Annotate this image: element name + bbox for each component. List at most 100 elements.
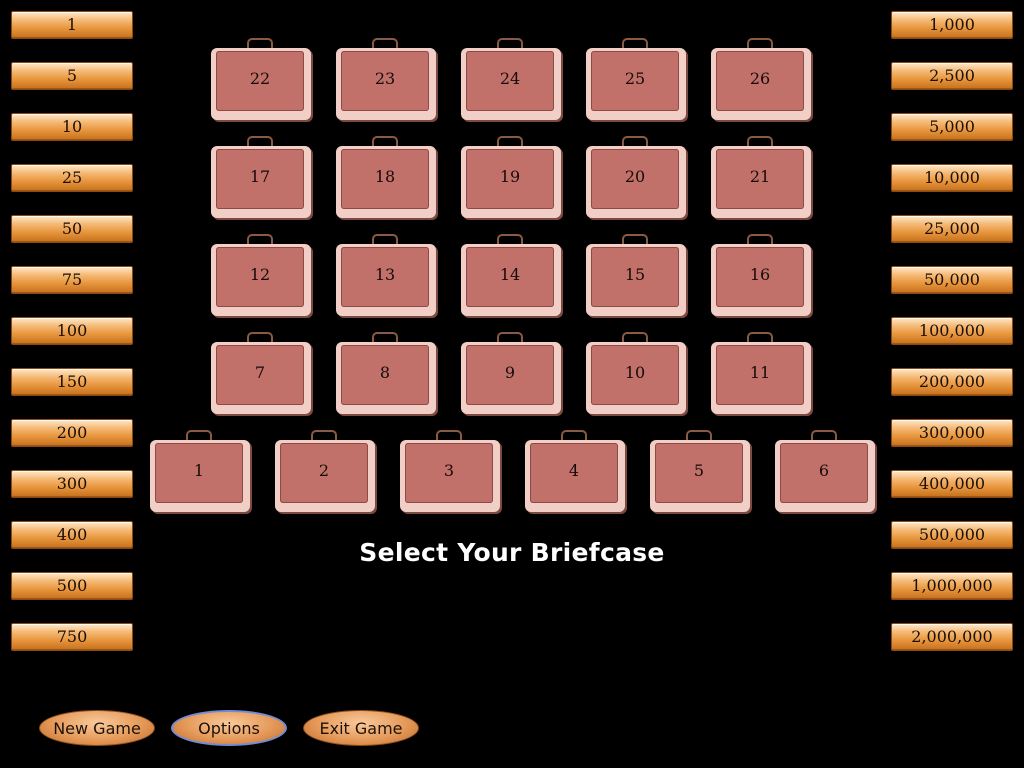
briefcase-face: 18 [341, 149, 429, 209]
briefcase[interactable]: 23 [336, 38, 436, 120]
briefcase-number: 18 [374, 167, 396, 186]
briefcase[interactable]: 14 [461, 234, 561, 316]
briefcase[interactable]: 1 [150, 430, 250, 512]
briefcase-number: 17 [249, 167, 271, 186]
briefcase-body: 4 [525, 440, 625, 512]
briefcase-number: 13 [374, 265, 396, 284]
briefcase[interactable]: 22 [211, 38, 311, 120]
briefcase-face: 26 [716, 51, 804, 111]
briefcase[interactable]: 17 [211, 136, 311, 218]
briefcase-body: 24 [461, 48, 561, 120]
briefcase[interactable]: 12 [211, 234, 311, 316]
briefcase-face: 19 [466, 149, 554, 209]
briefcase-number: 15 [624, 265, 646, 284]
money-value-tag: 2,000,000 [891, 623, 1013, 651]
briefcase[interactable]: 15 [586, 234, 686, 316]
briefcase[interactable]: 8 [336, 332, 436, 414]
briefcase[interactable]: 26 [711, 38, 811, 120]
briefcase-face: 22 [216, 51, 304, 111]
briefcase-body: 25 [586, 48, 686, 120]
briefcase[interactable]: 11 [711, 332, 811, 414]
briefcase-number: 1 [193, 461, 205, 480]
briefcase-number: 6 [818, 461, 830, 480]
briefcase-body: 21 [711, 146, 811, 218]
select-briefcase-prompt: Select Your Briefcase [359, 538, 665, 567]
briefcase-number: 10 [624, 363, 646, 382]
briefcase-number: 2 [318, 461, 330, 480]
briefcase[interactable]: 2 [275, 430, 375, 512]
briefcase-body: 8 [336, 342, 436, 414]
briefcase-face: 8 [341, 345, 429, 405]
briefcase-face: 25 [591, 51, 679, 111]
briefcase-face: 17 [216, 149, 304, 209]
briefcase-number: 16 [749, 265, 771, 284]
briefcase-body: 6 [775, 440, 875, 512]
briefcase-number: 20 [624, 167, 646, 186]
briefcase-number: 3 [443, 461, 455, 480]
briefcase[interactable]: 16 [711, 234, 811, 316]
briefcase-number: 8 [379, 363, 391, 382]
briefcase-face: 12 [216, 247, 304, 307]
briefcase[interactable]: 13 [336, 234, 436, 316]
briefcase-body: 23 [336, 48, 436, 120]
briefcase[interactable]: 18 [336, 136, 436, 218]
briefcase-body: 18 [336, 146, 436, 218]
briefcase-number: 14 [499, 265, 521, 284]
briefcase-grid: 22 23 24 25 26 17 18 19 20 21 12 13 14 15 16 7 8 9 10 11 1 2 3… [0, 0, 1024, 520]
briefcase-number: 19 [499, 167, 521, 186]
briefcase-face: 15 [591, 247, 679, 307]
briefcase-number: 7 [254, 363, 266, 382]
briefcase-body: 1 [150, 440, 250, 512]
briefcase-number: 22 [249, 69, 271, 88]
briefcase[interactable]: 24 [461, 38, 561, 120]
briefcase-face: 4 [530, 443, 618, 503]
briefcase[interactable]: 9 [461, 332, 561, 414]
briefcase[interactable]: 10 [586, 332, 686, 414]
money-value-tag: 500 [11, 572, 133, 600]
briefcase-body: 12 [211, 244, 311, 316]
briefcase[interactable]: 25 [586, 38, 686, 120]
briefcase-body: 9 [461, 342, 561, 414]
briefcase-number: 5 [693, 461, 705, 480]
briefcase-body: 17 [211, 146, 311, 218]
briefcase-number: 26 [749, 69, 771, 88]
briefcase-number: 23 [374, 69, 396, 88]
briefcase[interactable]: 4 [525, 430, 625, 512]
briefcase-body: 20 [586, 146, 686, 218]
briefcase-body: 10 [586, 342, 686, 414]
briefcase-face: 10 [591, 345, 679, 405]
briefcase-face: 20 [591, 149, 679, 209]
briefcase[interactable]: 5 [650, 430, 750, 512]
briefcase-body: 3 [400, 440, 500, 512]
briefcase-number: 12 [249, 265, 271, 284]
briefcase-face: 6 [780, 443, 868, 503]
briefcase-face: 1 [155, 443, 243, 503]
options-button[interactable]: Options [171, 710, 287, 746]
briefcase-body: 19 [461, 146, 561, 218]
money-value-tag: 750 [11, 623, 133, 651]
briefcase[interactable]: 20 [586, 136, 686, 218]
briefcase-body: 16 [711, 244, 811, 316]
briefcase-face: 5 [655, 443, 743, 503]
exit-game-button[interactable]: Exit Game [303, 710, 419, 746]
briefcase-face: 23 [341, 51, 429, 111]
briefcase[interactable]: 19 [461, 136, 561, 218]
briefcase[interactable]: 7 [211, 332, 311, 414]
briefcase-face: 21 [716, 149, 804, 209]
briefcase-body: 26 [711, 48, 811, 120]
briefcase[interactable]: 21 [711, 136, 811, 218]
briefcase[interactable]: 3 [400, 430, 500, 512]
briefcase-body: 15 [586, 244, 686, 316]
new-game-button[interactable]: New Game [39, 710, 155, 746]
briefcase-face: 11 [716, 345, 804, 405]
briefcase-face: 16 [716, 247, 804, 307]
briefcase-number: 11 [749, 363, 771, 382]
briefcase-number: 4 [568, 461, 580, 480]
briefcase-body: 11 [711, 342, 811, 414]
briefcase[interactable]: 6 [775, 430, 875, 512]
briefcase-body: 22 [211, 48, 311, 120]
briefcase-body: 7 [211, 342, 311, 414]
briefcase-face: 13 [341, 247, 429, 307]
briefcase-face: 24 [466, 51, 554, 111]
briefcase-face: 9 [466, 345, 554, 405]
